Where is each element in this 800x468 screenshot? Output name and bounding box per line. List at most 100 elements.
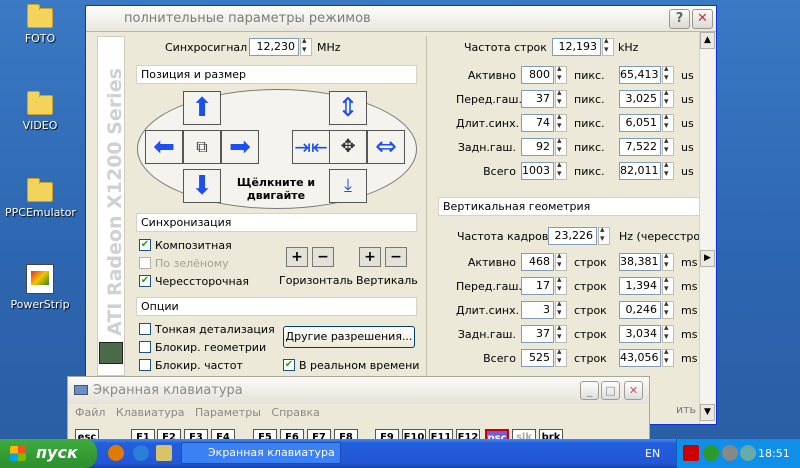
vertical-row-time-field[interactable]: 43,056 [619,349,661,367]
horiz-plus-button[interactable]: + [286,247,308,267]
lock-frequency-label: Блокир. частот [155,359,243,372]
horizontal-row-time-spinner[interactable] [662,64,674,84]
taskbar-item-keyboard[interactable]: Экранная клавиатура [181,442,341,464]
minimize-button[interactable]: _ [580,381,599,400]
desktop-icon-label: FOTO [24,32,56,45]
vertical-row-time-field[interactable]: 38,381 [619,253,661,271]
menu-params[interactable]: Параметры [195,406,261,419]
drag-hint: Щёлкните и двигайте [222,165,330,207]
horizontal-row-spinner[interactable] [555,136,567,156]
horizontal-row-spinner[interactable] [555,112,567,132]
vertical-row-time-spinner[interactable] [662,251,674,271]
shrink-vertical-button[interactable]: ⤓ [329,169,367,203]
menu-keyboard[interactable]: Клавиатура [116,406,185,419]
ati-tray-icon[interactable] [683,445,699,461]
vertical-row-value-field[interactable]: 17 [521,277,554,295]
menu-file[interactable]: Файл [75,406,105,419]
vert-plus-button[interactable]: + [359,247,381,267]
ie-icon[interactable] [133,445,149,461]
composite-checkbox[interactable]: ✔ [139,239,151,251]
language-indicator[interactable]: EN [645,447,660,460]
line-freq-value-field[interactable]: 12,193 [552,38,601,56]
keyboard-close-button[interactable]: ✕ [624,381,643,400]
vertical-row-spinner[interactable] [555,275,567,295]
keyboard-menubar: Файл Клавиатура Параметры Справка [75,406,320,419]
other-resolutions-button[interactable]: Другие разрешения... [283,326,415,348]
folder-quicklaunch-icon[interactable] [156,445,172,461]
lock-frequency-checkbox[interactable] [139,359,151,371]
vertical-row-value-field[interactable]: 3 [521,301,554,319]
frame-freq-spinner[interactable] [598,225,610,245]
vertical-scrollbar[interactable]: ▲ ▶ ▼ [699,32,715,424]
horizontal-row-spinner[interactable] [555,88,567,108]
stretch-horizontal-button[interactable]: ⇔ [367,130,405,164]
move-down-button[interactable]: ⬇ [183,169,221,203]
desktop-icon-powerstrip[interactable]: PowerStrip [5,264,75,311]
move-up-button[interactable]: ⬆ [183,91,221,125]
vertical-row-time-spinner[interactable] [662,275,674,295]
maximize-button[interactable]: □ [601,381,620,400]
vertical-row-spinner[interactable] [555,251,567,271]
horizontal-row-time-field[interactable]: 65,413 [619,66,661,84]
horizontal-row-value-field[interactable]: 1003 [521,162,554,180]
fine-detail-checkbox[interactable] [139,323,151,335]
desktop-icon-video[interactable]: VIDEO [5,91,75,132]
horizontal-row-value-field[interactable]: 74 [521,114,554,132]
scroll-down-arrow[interactable]: ▼ [700,404,715,421]
horizontal-row-value-field[interactable]: 92 [521,138,554,156]
sync-spinner[interactable] [300,36,312,56]
line-freq-spinner[interactable] [602,36,614,56]
move-right-button[interactable]: ➡ [221,130,259,164]
horizontal-row-value-field[interactable]: 800 [521,66,554,84]
scroll-right-arrow[interactable]: ▶ [700,250,715,267]
help-button[interactable]: ? [669,9,690,29]
horizontal-row-time-spinner[interactable] [662,112,674,132]
vert-minus-button[interactable]: − [385,247,407,267]
desktop-icon-ppcemulator[interactable]: PPCEmulator [5,178,76,219]
lock-geometry-checkbox[interactable] [139,341,151,353]
vertical-row-time-field[interactable]: 0,246 [619,301,661,319]
vertical-row-value-field[interactable]: 525 [521,349,554,367]
stretch-vertical-button[interactable]: ⇕ [329,91,367,125]
horizontal-row-spinner[interactable] [555,64,567,84]
vertical-row-time-spinner[interactable] [662,347,674,367]
horizontal-row-time-field[interactable]: 6,051 [619,114,661,132]
green-checkbox[interactable] [139,257,151,269]
horizontal-row-time-field[interactable]: 82,011 [619,162,661,180]
move-left-button[interactable]: ⬅ [145,130,183,164]
vertical-row-spinner[interactable] [555,347,567,367]
vertical-row-value-field[interactable]: 468 [521,253,554,271]
vertical-row-time-spinner[interactable] [662,299,674,319]
desktop-icon-foto[interactable]: FOTO [5,4,75,45]
horizontal-row-time-spinner[interactable] [662,160,674,180]
window-titlebar[interactable]: полнительные параметры режимов ? ✕ [86,6,716,32]
menu-help[interactable]: Справка [271,406,319,419]
close-button[interactable]: ✕ [692,9,713,29]
quicklaunch-icon[interactable] [108,445,124,461]
vertical-row-spinner[interactable] [555,299,567,319]
vertical-row-spinner[interactable] [555,323,567,343]
realtime-checkbox[interactable]: ✔ [283,359,295,371]
horizontal-row-time-spinner[interactable] [662,136,674,156]
usb-tray-icon[interactable] [740,445,756,461]
interlaced-checkbox[interactable]: ✔ [139,275,151,287]
vertical-row-time-spinner[interactable] [662,323,674,343]
vertical-row-time-field[interactable]: 1,394 [619,277,661,295]
volume-tray-icon[interactable] [722,445,738,461]
keyboard-titlebar[interactable]: Экранная клавиатура _ □ ✕ [68,377,649,404]
horizontal-row-spinner[interactable] [555,160,567,180]
horizontal-row-value-field[interactable]: 37 [521,90,554,108]
scroll-up-arrow[interactable]: ▲ [700,32,715,49]
horiz-minus-button[interactable]: − [312,247,334,267]
horizontal-row-unit: пикс. [574,141,605,154]
horizontal-row-time-field[interactable]: 7,522 [619,138,661,156]
start-button[interactable]: пуск [0,439,97,468]
sync-value-field[interactable]: 12,230 [249,38,299,56]
network-tray-icon[interactable] [703,445,719,461]
frame-freq-value-field[interactable]: 23,226 [548,227,597,245]
vertical-row-time-field[interactable]: 3,034 [619,325,661,343]
horizontal-row-time-spinner[interactable] [662,88,674,108]
horizontal-row-time-field[interactable]: 3,025 [619,90,661,108]
shrink-horizontal-button[interactable]: ⇥⇤ [292,130,330,164]
vertical-row-value-field[interactable]: 37 [521,325,554,343]
